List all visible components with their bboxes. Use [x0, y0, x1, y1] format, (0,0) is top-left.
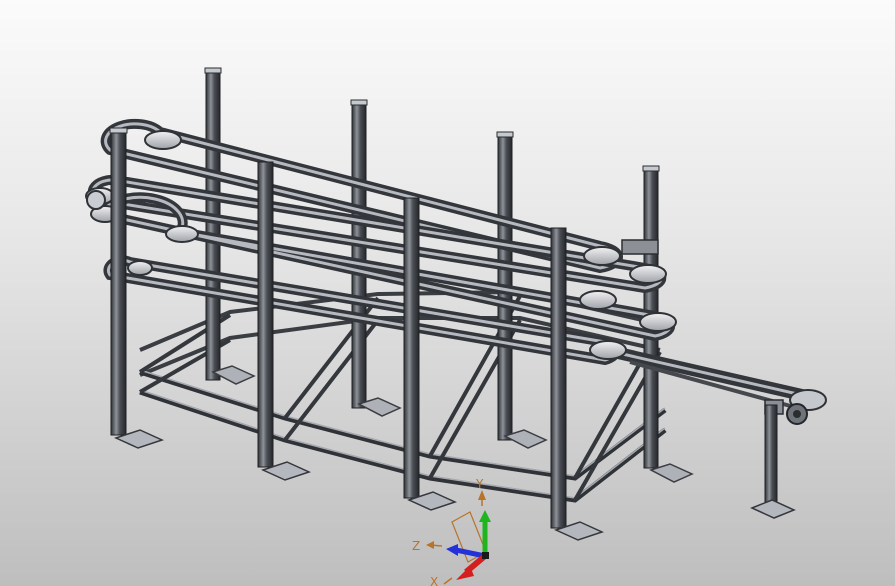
triad-z-axis[interactable]	[426, 541, 486, 559]
triad-origin	[482, 552, 489, 559]
3d-viewport[interactable]: Y Z X	[0, 0, 895, 586]
triad-y-axis[interactable]	[478, 490, 491, 556]
triad-y-label: Y	[475, 477, 484, 491]
triad-x-label: X	[430, 575, 438, 586]
triad-z-label: Z	[412, 539, 420, 553]
triad-x-axis[interactable]	[443, 553, 487, 585]
view-triad[interactable]: Y Z X	[0, 0, 895, 586]
